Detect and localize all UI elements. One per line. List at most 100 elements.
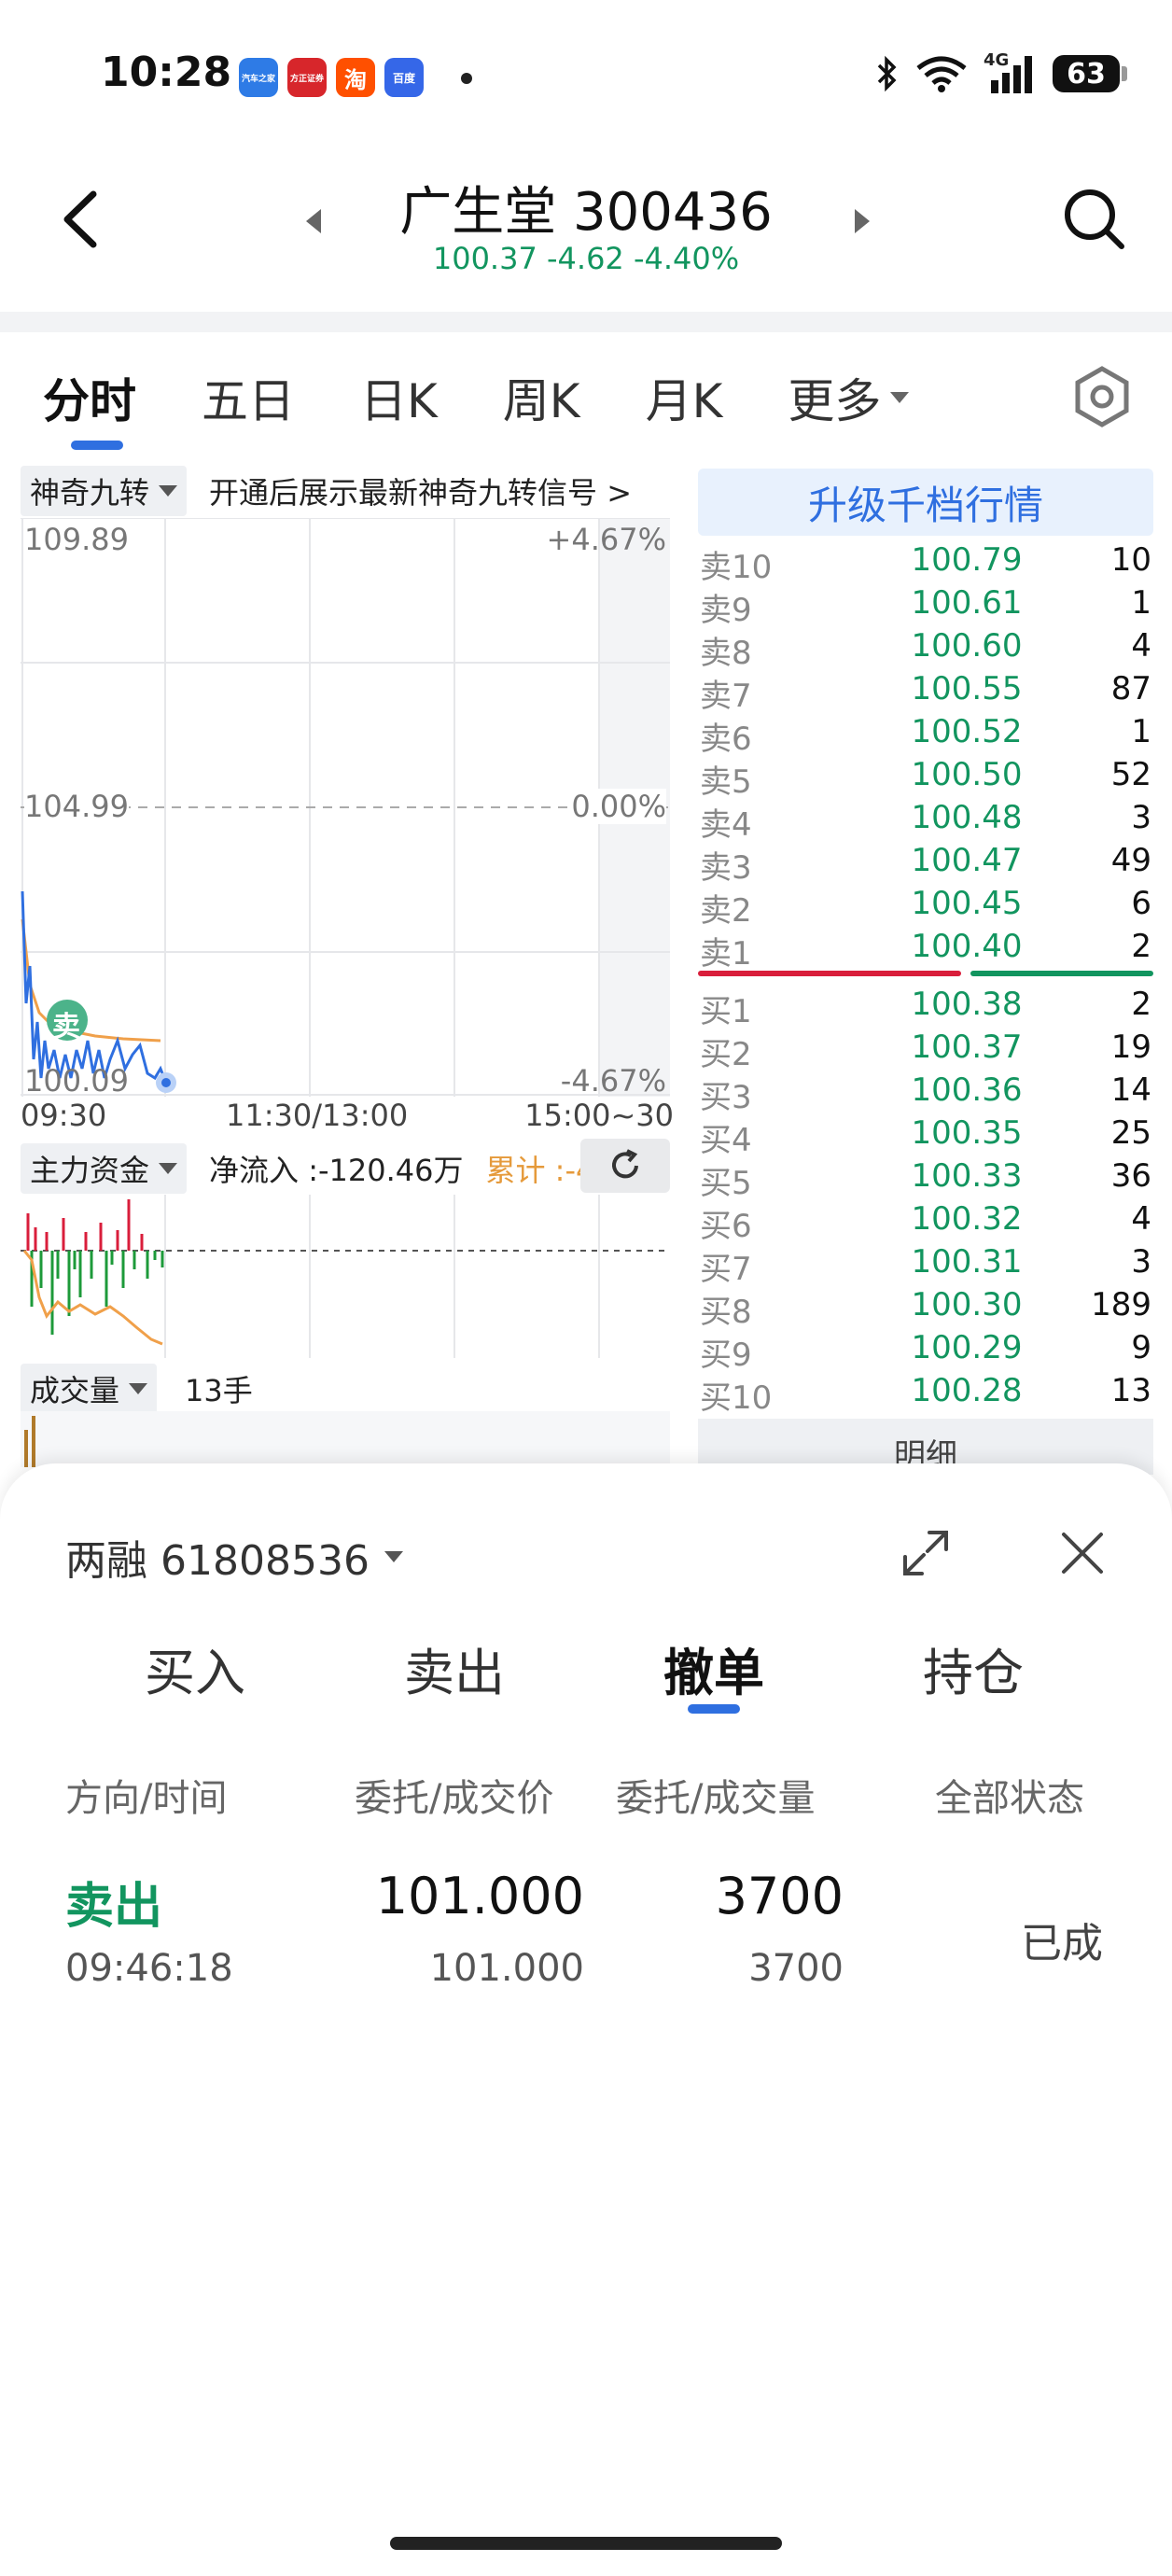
bid-level-price: 100.32 bbox=[911, 1200, 1023, 1238]
status-indicators: 4G 63 bbox=[875, 50, 1127, 93]
ask-level-row[interactable]: 卖9 100.61 1 bbox=[698, 584, 1153, 629]
ask-level-label: 卖9 bbox=[700, 592, 752, 629]
volume-chart[interactable] bbox=[21, 1411, 670, 1467]
bid-level-price: 100.38 bbox=[911, 986, 1023, 1023]
bid-level-qty: 189 bbox=[1091, 1286, 1151, 1323]
tab-positions[interactable]: 持仓 bbox=[844, 1631, 1103, 1705]
ask-level-label: 卖1 bbox=[700, 935, 752, 973]
status-time: 10:28 bbox=[101, 49, 232, 96]
chart-period-tabs: 分时 五日 日K 周K 月K 更多 bbox=[43, 364, 974, 450]
bid-level-qty: 4 bbox=[1131, 1200, 1151, 1238]
bid-level-label: 买5 bbox=[700, 1165, 752, 1202]
bid-level-label: 买10 bbox=[700, 1379, 773, 1417]
autohome-app-icon: 汽车之家 bbox=[239, 58, 278, 97]
tab-more[interactable]: 更多 bbox=[788, 364, 910, 431]
tab-intraday[interactable]: 分时 bbox=[43, 364, 136, 450]
volume-value: 13手 bbox=[185, 1373, 253, 1408]
fund-net-inflow: 净流入 :-120.46万 bbox=[209, 1153, 464, 1188]
indicator-promo-link[interactable]: 开通后展示最新神奇九转信号 > bbox=[209, 469, 632, 512]
ask-level-row[interactable]: 卖6 100.52 1 bbox=[698, 713, 1153, 758]
col-direction-time: 方向/时间 bbox=[65, 1777, 228, 1820]
ask-level-row[interactable]: 卖4 100.48 3 bbox=[698, 799, 1153, 844]
bid-level-qty: 19 bbox=[1110, 1029, 1151, 1066]
fund-flow-chart[interactable] bbox=[21, 1195, 670, 1358]
bid-level-qty: 13 bbox=[1110, 1372, 1151, 1409]
next-stock-icon[interactable] bbox=[851, 207, 873, 235]
order-status: 已成 bbox=[1021, 1920, 1103, 1967]
volume-dropdown[interactable]: 成交量 bbox=[21, 1364, 158, 1414]
tab-weekly-k[interactable]: 周K bbox=[503, 364, 580, 431]
ask-level-qty: 2 bbox=[1131, 928, 1151, 965]
ask-level-row[interactable]: 卖10 100.79 10 bbox=[698, 541, 1153, 586]
ask-level-row[interactable]: 卖7 100.55 87 bbox=[698, 670, 1153, 715]
ask-level-qty: 1 bbox=[1131, 713, 1151, 750]
col-price: 委托/成交价 bbox=[355, 1777, 554, 1820]
ask-level-row[interactable]: 卖1 100.40 2 bbox=[698, 928, 1153, 973]
tab-buy[interactable]: 买入 bbox=[65, 1631, 325, 1705]
bid-level-row[interactable]: 买4 100.35 25 bbox=[698, 1114, 1153, 1159]
home-indicator[interactable] bbox=[390, 2537, 782, 2550]
tab-sell[interactable]: 卖出 bbox=[325, 1631, 584, 1705]
account-selector[interactable]: 两融 61808536 bbox=[65, 1527, 403, 1587]
ask-level-price: 100.61 bbox=[911, 584, 1023, 622]
volume-toolbar: 成交量 13手 bbox=[21, 1364, 674, 1414]
refresh-button[interactable] bbox=[580, 1139, 670, 1193]
pct-axis-mid: 0.00% bbox=[571, 789, 666, 824]
bid-level-qty: 3 bbox=[1131, 1243, 1151, 1281]
bid-level-price: 100.33 bbox=[911, 1157, 1023, 1195]
col-status-filter[interactable]: 全部状态 bbox=[935, 1768, 1084, 1822]
ask-level-label: 卖3 bbox=[700, 849, 752, 887]
bid-separator bbox=[970, 971, 1153, 976]
settings-hexagon-icon[interactable] bbox=[1073, 366, 1131, 427]
ask-level-label: 卖4 bbox=[700, 806, 752, 844]
stock-title: 广生堂 300436 bbox=[399, 182, 773, 243]
bid-level-row[interactable]: 买7 100.31 3 bbox=[698, 1243, 1153, 1288]
bid-level-label: 买1 bbox=[700, 993, 752, 1030]
bid-level-price: 100.35 bbox=[911, 1114, 1023, 1152]
intraday-price-chart[interactable]: 卖 109.89 104.99 100.09 +4.67% 0.00% -4.6… bbox=[21, 518, 670, 1099]
tab-cancel-order[interactable]: 撤单 bbox=[584, 1631, 844, 1714]
search-icon[interactable] bbox=[1062, 187, 1125, 250]
prev-stock-icon[interactable] bbox=[302, 207, 325, 235]
bid-level-row[interactable]: 买8 100.30 189 bbox=[698, 1286, 1153, 1331]
baidu-app-icon: 百度 bbox=[384, 58, 424, 97]
notification-dot bbox=[461, 73, 472, 84]
close-icon[interactable] bbox=[1056, 1527, 1109, 1579]
bid-level-row[interactable]: 买3 100.36 14 bbox=[698, 1071, 1153, 1116]
tab-daily-k[interactable]: 日K bbox=[360, 364, 438, 431]
bid-level-row[interactable]: 买2 100.37 19 bbox=[698, 1029, 1153, 1073]
tab-monthly-k[interactable]: 月K bbox=[646, 364, 723, 431]
ask-level-price: 100.55 bbox=[911, 670, 1023, 707]
ask-level-price: 100.45 bbox=[911, 885, 1023, 922]
ask-level-row[interactable]: 卖8 100.60 4 bbox=[698, 627, 1153, 672]
bid-level-row[interactable]: 买5 100.33 36 bbox=[698, 1157, 1153, 1202]
ask-level-row[interactable]: 卖3 100.47 49 bbox=[698, 842, 1153, 887]
ask-level-qty: 6 bbox=[1131, 885, 1151, 922]
y-axis-low: 100.09 bbox=[24, 1063, 129, 1099]
bid-level-row[interactable]: 买10 100.28 13 bbox=[698, 1372, 1153, 1417]
ask-level-row[interactable]: 卖5 100.50 52 bbox=[698, 756, 1153, 801]
ask-level-qty: 87 bbox=[1110, 670, 1151, 707]
fund-flow-dropdown[interactable]: 主力资金 bbox=[21, 1143, 188, 1194]
time-mid: 11:30/13:00 bbox=[226, 1098, 409, 1133]
upgrade-depth-button[interactable]: 升级千档行情 bbox=[698, 469, 1153, 536]
bid-level-row[interactable]: 买6 100.32 4 bbox=[698, 1200, 1153, 1245]
battery-icon: 63 bbox=[1053, 55, 1127, 92]
bid-level-label: 买9 bbox=[700, 1337, 752, 1374]
pct-axis-high: +4.67% bbox=[546, 522, 666, 557]
bid-level-price: 100.28 bbox=[911, 1372, 1023, 1409]
ask-level-label: 卖5 bbox=[700, 763, 752, 801]
ask-level-price: 100.40 bbox=[911, 928, 1023, 965]
bid-level-row[interactable]: 买9 100.29 9 bbox=[698, 1329, 1153, 1374]
ask-level-row[interactable]: 卖2 100.45 6 bbox=[698, 885, 1153, 930]
tab-five-day[interactable]: 五日 bbox=[202, 364, 295, 431]
expand-icon[interactable] bbox=[900, 1527, 952, 1579]
pct-axis-low: -4.67% bbox=[560, 1063, 666, 1099]
y-axis-high: 109.89 bbox=[24, 522, 129, 557]
chevron-down-icon bbox=[159, 1163, 178, 1174]
indicator-dropdown[interactable]: 神奇九转 bbox=[21, 466, 188, 516]
ask-level-price: 100.60 bbox=[911, 627, 1023, 665]
bid-level-price: 100.29 bbox=[911, 1329, 1023, 1366]
bid-level-row[interactable]: 买1 100.38 2 bbox=[698, 986, 1153, 1030]
bid-level-price: 100.37 bbox=[911, 1029, 1023, 1066]
